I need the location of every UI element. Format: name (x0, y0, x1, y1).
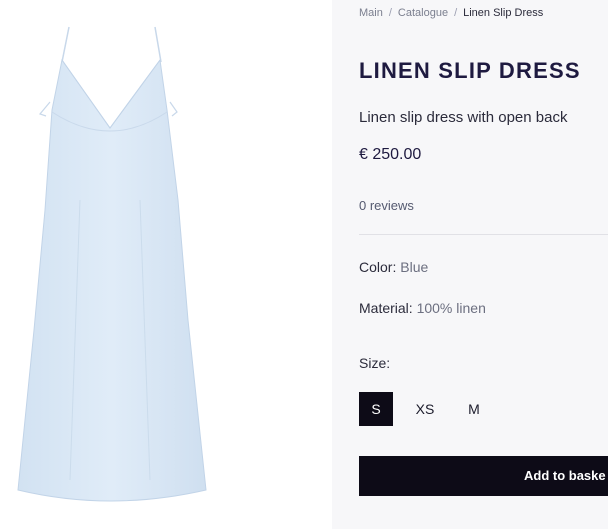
product-image-area (0, 0, 332, 529)
product-price: € 250.00 (359, 146, 422, 163)
dress-image (17, 26, 207, 502)
size-label: Size: (359, 355, 391, 371)
breadcrumb-current: Linen Slip Dress (463, 7, 544, 19)
size-option-m[interactable]: M (457, 392, 491, 426)
reviews-link[interactable]: 0 reviews (359, 198, 414, 213)
breadcrumb-separator: / (388, 7, 392, 19)
breadcrumb-separator: / (454, 7, 458, 19)
add-to-basket-label: Add to baske (524, 468, 606, 483)
color-row: Color: Blue (359, 259, 428, 275)
size-option-s[interactable]: S (359, 392, 393, 426)
breadcrumb-catalogue[interactable]: Catalogue (398, 7, 448, 19)
product-info-panel: Main / Catalogue / Linen Slip Dress LINEN SL… (332, 0, 608, 529)
product-subtitle: Linen slip dress with open back (359, 109, 568, 126)
color-value: Blue (400, 259, 429, 275)
size-selector: S XS M (359, 392, 506, 426)
material-row: Material: 100% linen (359, 300, 486, 316)
material-label: Material: (359, 300, 413, 316)
product-title: LINEN SLIP DRESS (359, 58, 581, 83)
add-to-basket-button[interactable]: Add to baske (359, 456, 608, 496)
color-label: Color: (359, 259, 397, 275)
divider (359, 234, 608, 235)
breadcrumb-main[interactable]: Main (359, 7, 383, 19)
breadcrumb: Main / Catalogue / Linen Slip Dress (359, 7, 543, 19)
material-value: 100% linen (416, 300, 486, 316)
size-option-xs[interactable]: XS (408, 392, 442, 426)
